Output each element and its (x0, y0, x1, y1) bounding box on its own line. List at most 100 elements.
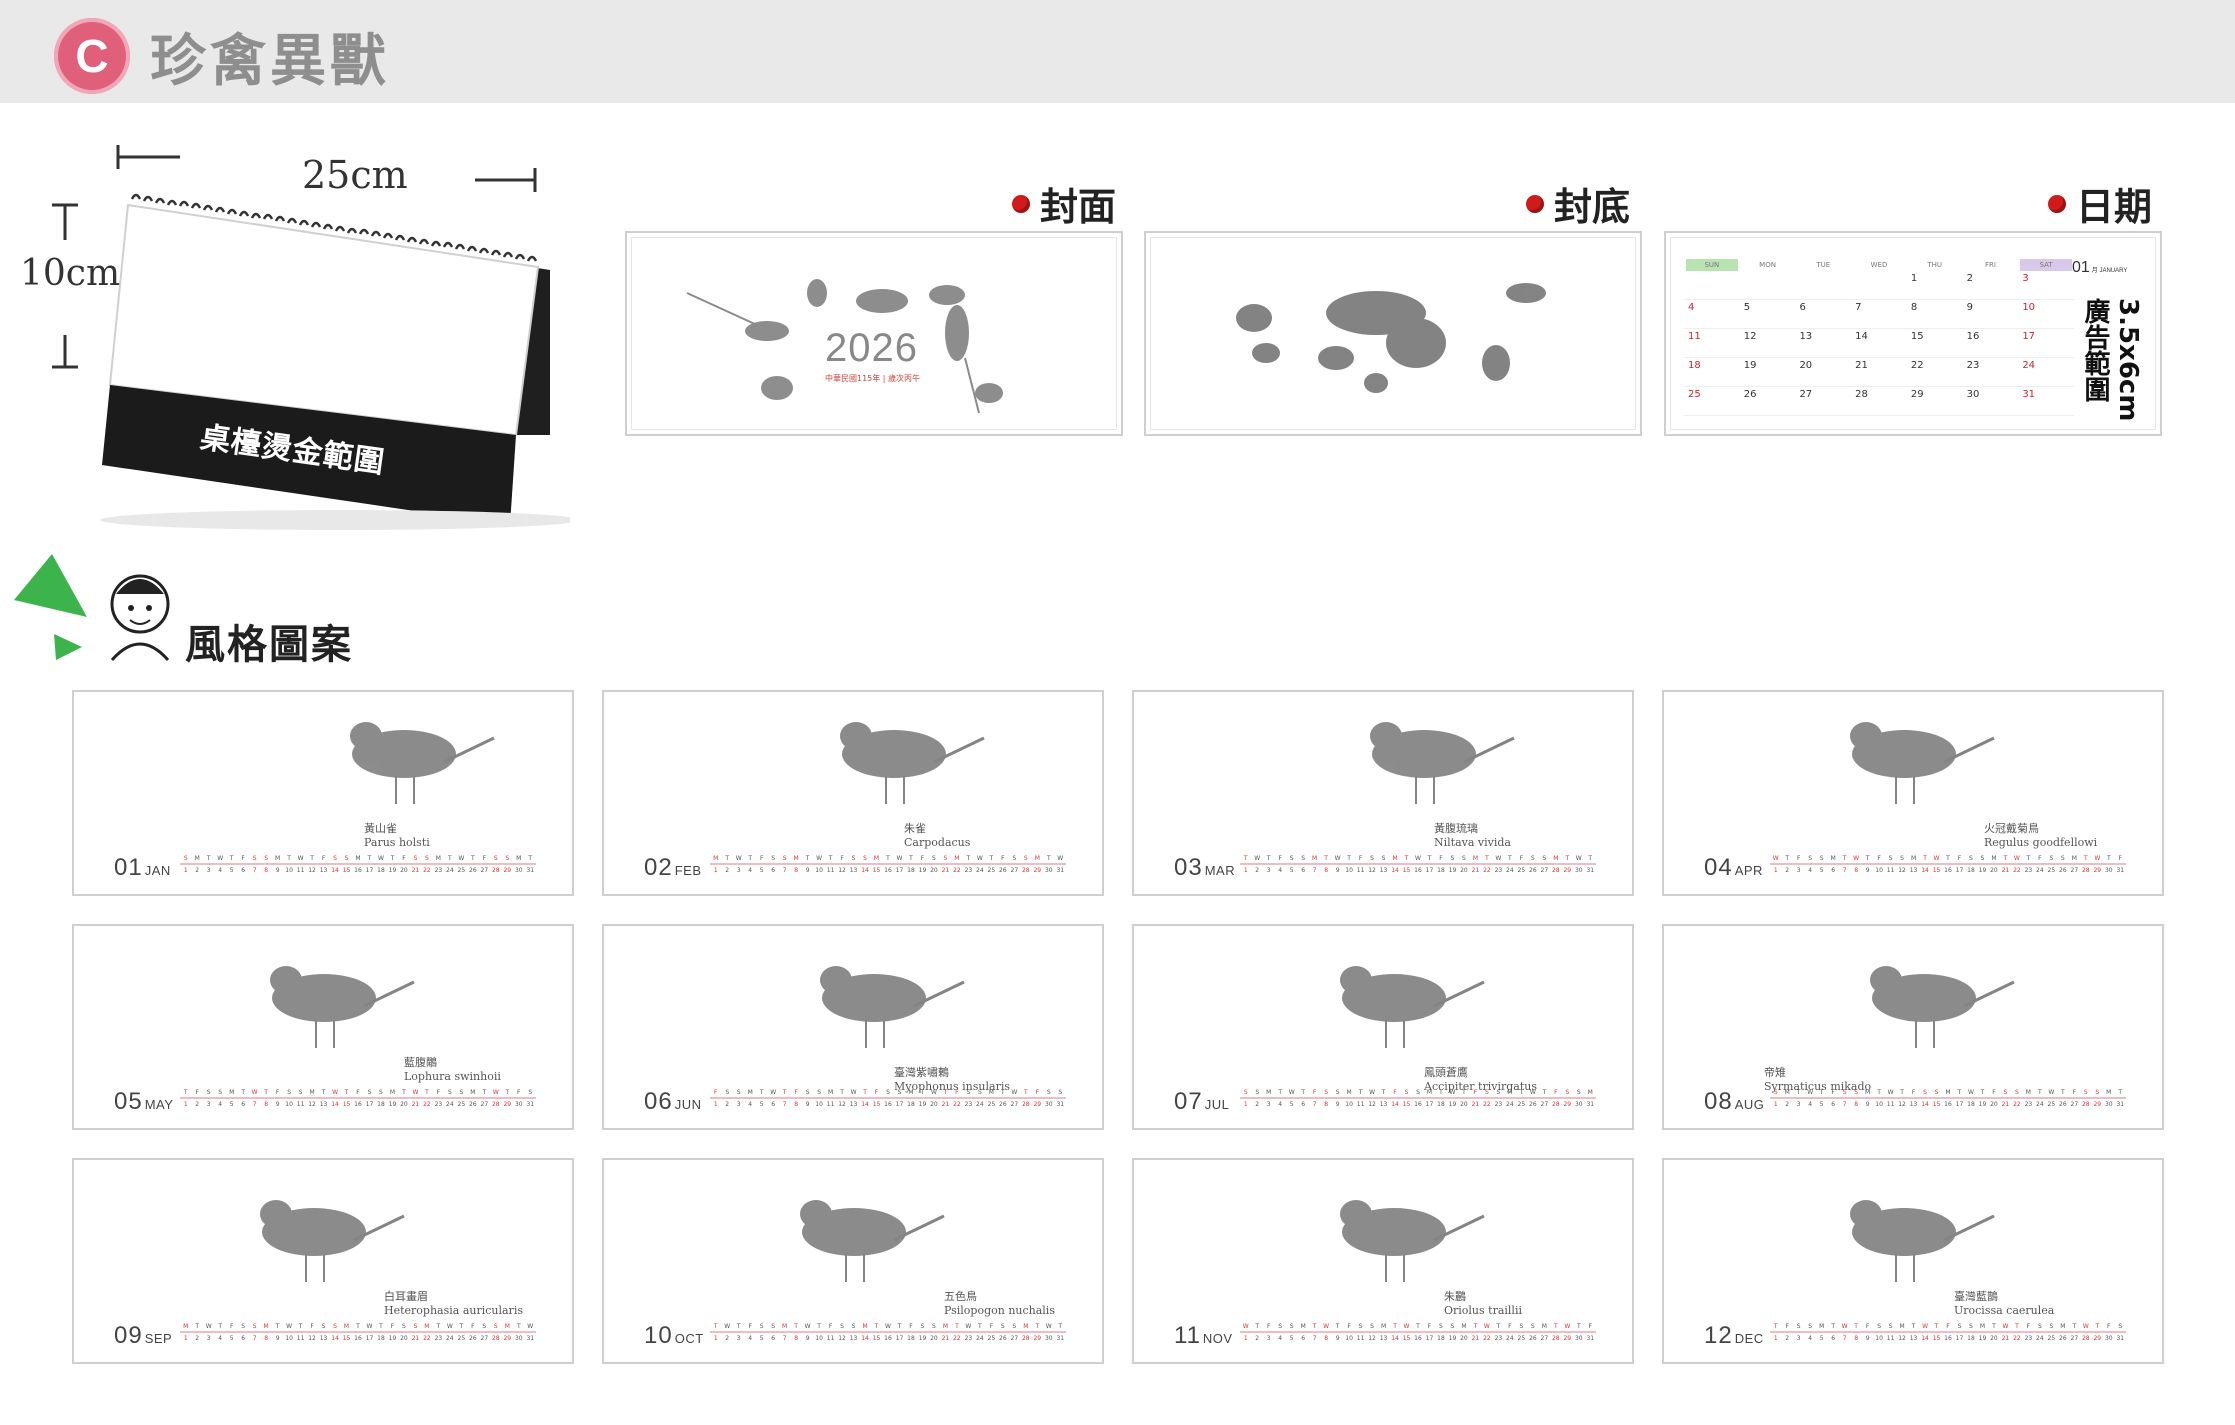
weekday-letter: W (1057, 855, 1063, 862)
day-number: 16 (354, 1101, 362, 1108)
day-number: 20 (930, 867, 938, 874)
bird-name-zh: 帝雉 (1764, 1066, 1786, 1079)
day-number: 10 (815, 867, 823, 874)
month-label: 10 OCT (644, 1322, 704, 1350)
weekday-letter: F (1313, 1089, 1317, 1096)
day-number: 24 (2036, 1335, 2044, 1342)
weekday-letter: M (229, 1089, 234, 1096)
day-number: 30 (1045, 1335, 1053, 1342)
red-dot-icon (1012, 194, 1030, 213)
weekday-letter: T (885, 855, 890, 862)
weekday-letter: T (2003, 855, 2008, 862)
day-number: 17 (366, 1101, 374, 1108)
weekday-letter: S (1451, 1323, 1455, 1330)
day-number: 22 (1483, 867, 1491, 874)
weekday-letter: T (1300, 1089, 1305, 1096)
day-number: 19 (1979, 867, 1987, 874)
day-number: 22 (1483, 1101, 1491, 1108)
day-number: 30 (2105, 1101, 2113, 1108)
weekday-letter: T (2106, 855, 2111, 862)
day-number: 26 (999, 1101, 1007, 1108)
weekday-letter: F (1946, 1323, 1950, 1330)
weekday-letter: T (874, 1323, 879, 1330)
weekday-letter: F (1785, 1323, 1789, 1330)
calendar-grid: SUN MON TUE WED THU FRI SAT 1 2 3 4 5 6 7 8 9 10 1… (1684, 259, 2074, 416)
weekday-header: TUE (1816, 261, 1831, 269)
day-number: 7 (253, 1101, 257, 1108)
day-number: 3 (207, 867, 211, 874)
weekday-letter: F (1520, 855, 1524, 862)
month-card: 帝雉 Syrmaticus mikado 08 AUG S 1 M 2 T 3 W 4 T 5 F 6 S 7 S 8… (1662, 924, 2164, 1130)
weekday-letter: F (471, 1323, 475, 1330)
day-number: 18 (907, 1101, 915, 1108)
calendar-day-cell: 10 (2022, 302, 2036, 313)
weekday-letter: M (943, 1323, 948, 1330)
weekday-header: FRI (1984, 261, 1996, 269)
weekday-letter: T (805, 855, 810, 862)
weekday-letter: T (1934, 1323, 1939, 1330)
month-card: 臺灣紫嘯鶇 Myophonus insularis 06 JUN F 1 S 2 S 3 M 4 T 5 W… (602, 924, 1104, 1130)
weekday-letter: M (309, 1089, 314, 1096)
day-number: 18 (377, 1101, 385, 1108)
day-number: 26 (2059, 1335, 2067, 1342)
weekday-letter: S (725, 1089, 729, 1096)
weekday-letter: S (817, 1089, 821, 1096)
day-number: 21 (412, 1101, 420, 1108)
day-number: 15 (1403, 867, 1411, 874)
day-number: 13 (1380, 867, 1388, 874)
day-number: 1 (1774, 867, 1778, 874)
weekday-letter: S (1244, 1089, 1248, 1096)
weekday-letter: T (1312, 1323, 1317, 1330)
weekday-letter: T (897, 1323, 902, 1330)
day-number: 26 (2059, 867, 2067, 874)
day-number: 3 (737, 867, 741, 874)
day-number: 1 (184, 867, 188, 874)
day-number: 4 (1278, 867, 1282, 874)
day-number: 7 (253, 1335, 257, 1342)
weekday-letter: F (230, 1323, 234, 1330)
weekday-letter: T (481, 1089, 486, 1096)
weekday-letter: M (908, 1089, 913, 1096)
day-number: 14 (331, 1101, 339, 1108)
day-number: 8 (264, 1335, 268, 1342)
weekday-letter: S (1359, 1323, 1363, 1330)
bird-name-zh: 臺灣紫嘯鶇 (894, 1066, 949, 1079)
day-number: 11 (1357, 1101, 1365, 1108)
month-number: 11 (1174, 1322, 1201, 1349)
weekday-letter: S (1854, 1089, 1858, 1096)
day-number: 6 (1831, 1101, 1835, 1108)
back-label-text: 封底 (1554, 185, 1631, 229)
weekday-letter: F (875, 1089, 879, 1096)
weekday-letter: T (862, 1089, 867, 1096)
weekday-letter: M (862, 1323, 867, 1330)
day-number: 18 (907, 867, 915, 874)
weekday-letter: S (1877, 1323, 1881, 1330)
day-number: 6 (241, 867, 245, 874)
weekday-letter: S (1577, 1089, 1581, 1096)
day-number: 21 (1472, 1101, 1480, 1108)
day-number: 19 (919, 867, 927, 874)
day-number: 3 (737, 1101, 741, 1108)
weekday-letter: S (1024, 855, 1028, 862)
weekday-letter: S (978, 1089, 982, 1096)
weekday-letter: W (770, 1089, 776, 1096)
weekday-letter: T (1553, 1323, 1558, 1330)
calendar-day-cell: 31 (2022, 389, 2036, 400)
weekday-letter: T (321, 1089, 326, 1096)
day-number: 1 (714, 1101, 718, 1108)
month-card: 藍腹鷴 Lophura swinhoii 05 MAY T 1 F 2 S 3 S 4 M 5 T 6 W 7 T 8… (72, 924, 574, 1130)
day-number: 11 (297, 1101, 305, 1108)
day-number: 17 (366, 867, 374, 874)
bird-name-latin: Lophura swinhoii (404, 1070, 501, 1083)
weekday-letter: W (1807, 1089, 1813, 1096)
month-number: 03 (1174, 854, 1203, 881)
weekday-letter: M (1301, 1323, 1306, 1330)
weekday-letter: F (1831, 1089, 1835, 1096)
day-number: 6 (1831, 867, 1835, 874)
day-number: 7 (253, 867, 257, 874)
day-number: 22 (953, 1101, 961, 1108)
weekday-letter: M (2060, 1323, 2065, 1330)
weekday-letter: T (816, 1323, 821, 1330)
weekday-letter: T (1461, 1089, 1466, 1096)
bird-name-zh: 臺灣藍鵲 (1954, 1290, 1998, 1303)
